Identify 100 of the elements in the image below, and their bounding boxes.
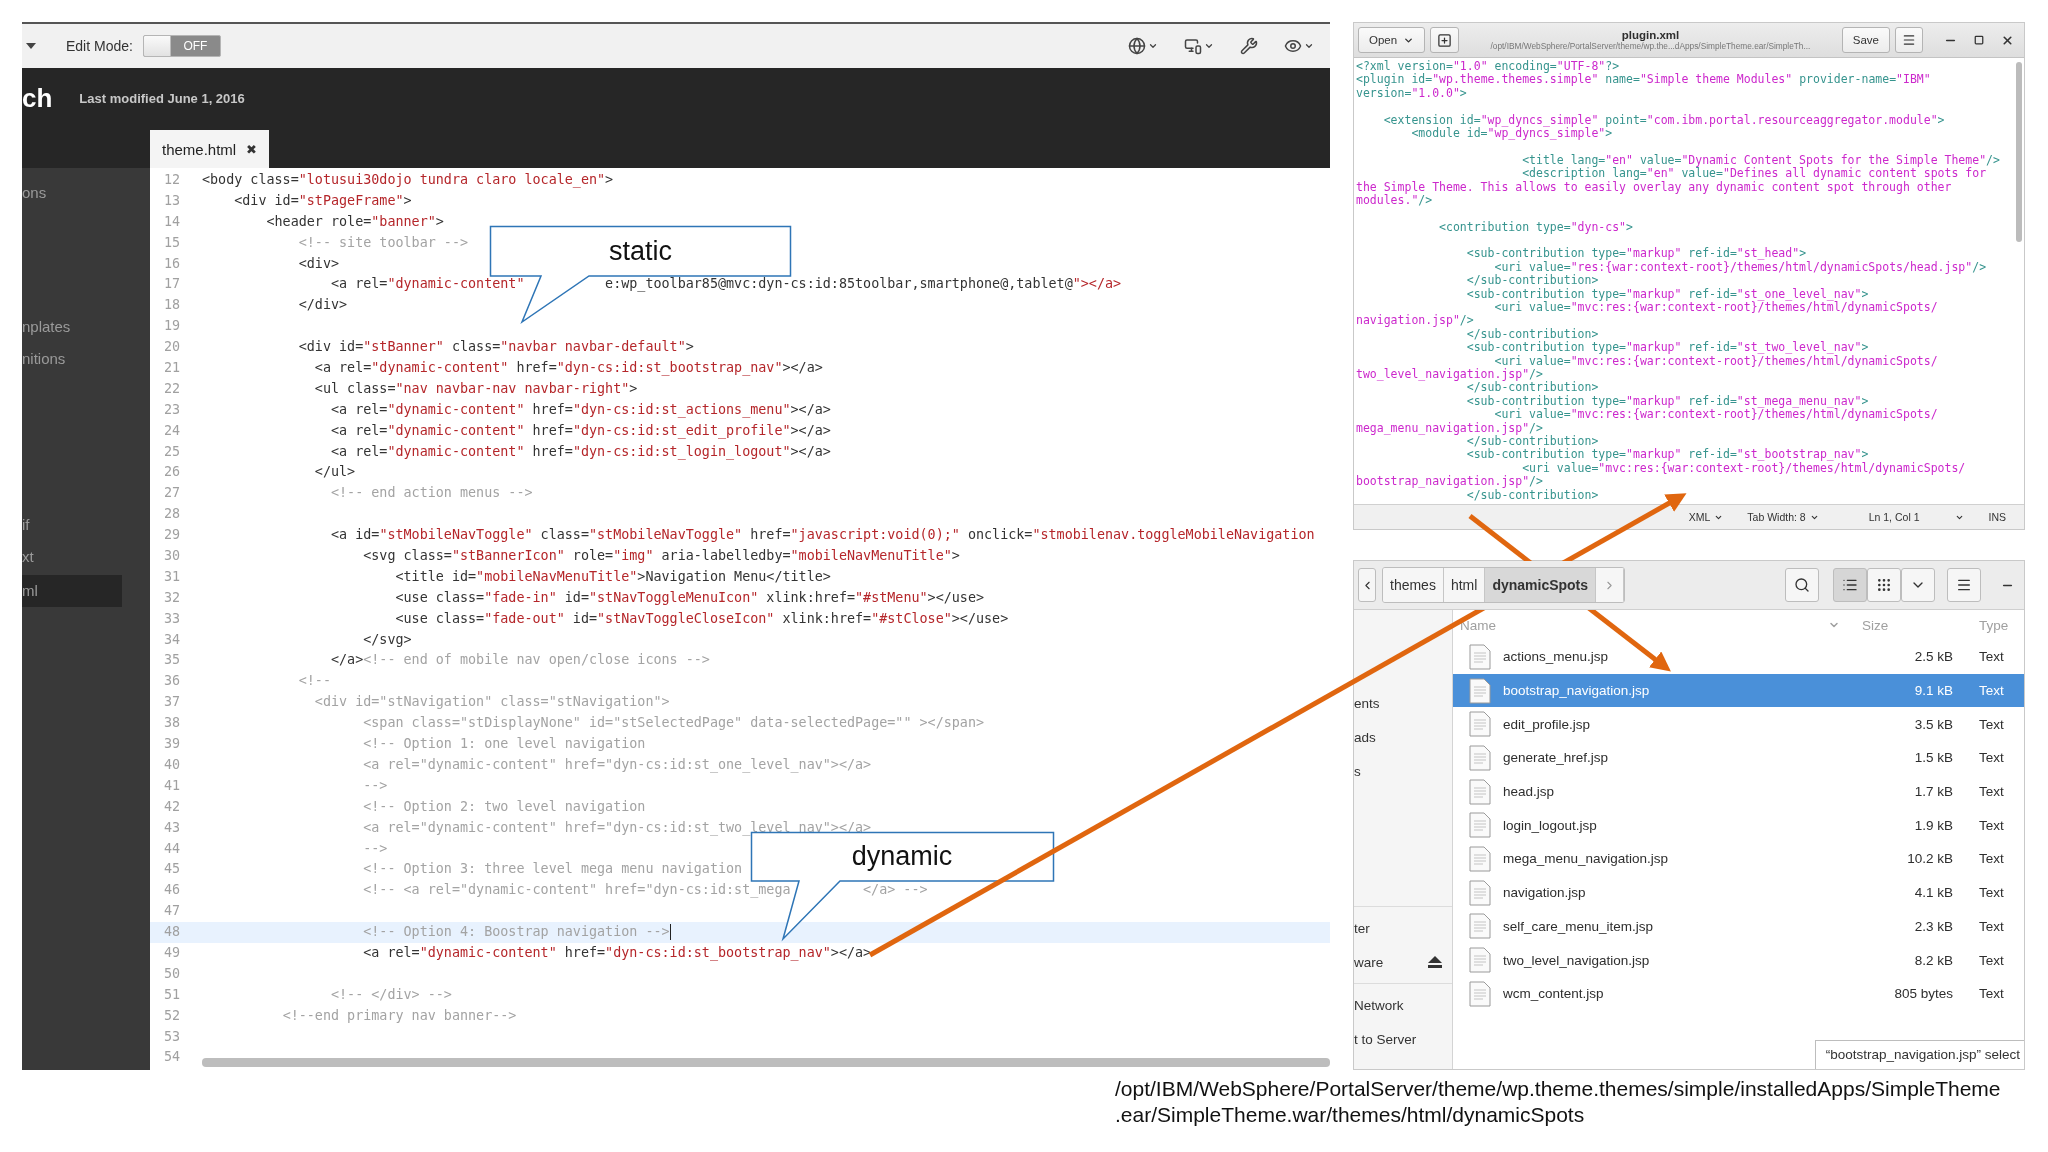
line-number: 32 — [162, 588, 181, 607]
code-line: <ul class="nav navbar-nav navbar-right"> — [313, 379, 638, 398]
menu-icon — [1956, 577, 1972, 593]
line-number: 21 — [162, 359, 181, 377]
file-row[interactable]: navigation.jsp 4.1 kB Text — [1453, 875, 2024, 910]
line-number: 53 — [162, 1027, 181, 1046]
back-button[interactable] — [1358, 568, 1376, 602]
line-number: 20 — [162, 338, 181, 357]
places-item[interactable]: s — [1354, 754, 1452, 788]
cursor-position-dropdown[interactable]: Ln 1, Col 1 — [1858, 511, 1975, 523]
code-line: </svg> — [362, 630, 412, 649]
code-line: --> — [362, 776, 388, 795]
new-tab-button[interactable] — [1430, 27, 1460, 53]
line-number: 25 — [162, 442, 181, 461]
file-type: Text — [1979, 986, 2005, 1002]
code-line: bootstrap_navigation.jsp"/> — [1356, 474, 1543, 489]
file-row[interactable]: head.jsp 1.7 kB Text — [1453, 774, 2024, 809]
code-line: mega_menu_navigation.jsp"/> — [1356, 420, 1543, 435]
menu-icon — [1902, 33, 1916, 47]
line-number: 17 — [162, 275, 181, 294]
horizontal-scrollbar[interactable] — [202, 1058, 1330, 1067]
file-tab[interactable]: theme.html ✖ — [150, 130, 270, 168]
line-number: 22 — [162, 379, 181, 398]
file-size: 4.1 kB — [1913, 885, 1954, 901]
file-row[interactable]: generate_href.jsp 1.5 kB Text — [1453, 741, 2024, 775]
places-item[interactable]: ents — [1354, 686, 1452, 720]
file-row[interactable]: mega_menu_navigation.jsp 10.2 kB Text — [1453, 842, 2024, 876]
document-icon — [1469, 643, 1491, 670]
places-item[interactable]: ware — [1354, 945, 1452, 979]
document-icon — [1469, 744, 1491, 771]
eye-icon — [1284, 37, 1302, 55]
code-line: <a rel="dynamic-content" href="dyn-cs:id:st_one_level_nav"></a> — [362, 755, 872, 775]
save-button[interactable]: Save — [1841, 27, 1890, 53]
sidebar-item[interactable]: nitions — [22, 343, 122, 375]
menu-button[interactable] — [1895, 27, 1923, 53]
breadcrumb[interactable]: themes — [1383, 568, 1444, 602]
search-button[interactable] — [1785, 568, 1819, 602]
breadcrumb[interactable]: html — [1443, 568, 1486, 602]
code-line: <use class="fade-out" id="stNavToggleCloseIcon" xlink:href="#stClose"></use> — [394, 609, 1009, 628]
language-dropdown[interactable]: XML — [1678, 511, 1734, 523]
file-type: Text — [1979, 784, 2005, 800]
code-line: <extension id="wp_dyncs_simple" point="com.ibm.portal.resourceaggregator.module"> — [1382, 112, 1945, 127]
file-row[interactable]: wcm_content.jsp 805 bytes Text — [1453, 976, 2024, 1011]
line-number: 13 — [162, 191, 181, 210]
file-row[interactable]: login_logout.jsp 1.9 kB Text — [1453, 808, 2024, 843]
sidebar-item[interactable]: if — [22, 509, 122, 541]
code-line: two_level_navigation.jsp"/> — [1356, 367, 1543, 381]
document-icon — [1469, 711, 1491, 738]
code-line: <!-- site toolbar --> — [297, 233, 469, 252]
file-row[interactable]: two_level_navigation.jsp 8.2 kB Text — [1453, 943, 2024, 977]
code-line: </sub-contribution> — [1466, 487, 1599, 502]
code-line: version="1.0.0"> — [1356, 85, 1467, 100]
breadcrumb[interactable]: dynamicSpots — [1485, 568, 1597, 602]
edit-mode-label: Edit Mode: — [66, 38, 133, 54]
sidebar-item[interactable]: ons — [22, 177, 122, 209]
places-item[interactable]: ads — [1354, 720, 1452, 754]
open-button[interactable]: Open — [1358, 27, 1426, 53]
line-number: 23 — [162, 400, 181, 419]
grid-view-button[interactable] — [1867, 568, 1901, 602]
code-line: <?xml version="1.0" encoding="UTF-8"?> — [1356, 59, 1620, 73]
places-item[interactable]: Network — [1354, 988, 1452, 1022]
file-type: Text — [1979, 918, 2005, 934]
code-line: <!-- Option 2: two level navigation — [362, 797, 646, 816]
last-modified-text: Last modified June 1, 2016 — [79, 90, 245, 106]
code-line: <body class="lotusui30dojo tundra claro locale_en"> — [202, 171, 614, 190]
tab-close-button[interactable]: ✖ — [246, 141, 258, 157]
document-icon — [1469, 845, 1491, 872]
caret-icon[interactable] — [26, 43, 36, 49]
file-row[interactable]: actions_menu.jsp 2.5 kB Text — [1453, 640, 2024, 674]
code-editor[interactable] — [150, 168, 1330, 1070]
vertical-scrollbar[interactable] — [2016, 62, 2022, 242]
code-line: <a rel="dynamic-content" e:wp_toolbar85@mvc:dyn-cs:id:85toolbar,smartphone@,tablet@"></a> — [330, 275, 1122, 294]
file-type: Text — [1979, 952, 2005, 968]
places-item[interactable]: ter — [1354, 911, 1452, 945]
file-type: Text — [1979, 817, 2005, 833]
code-line: <sub-contribution type="markup" ref-id="st_bootstrap_nav"> — [1465, 447, 1869, 462]
line-number: 50 — [162, 964, 181, 983]
list-view-button[interactable] — [1833, 568, 1867, 602]
code-line: </ul> — [313, 463, 356, 482]
line-number: 34 — [162, 630, 181, 649]
code-line: <!-- Option 3: three level mega menu navigation — [362, 860, 743, 879]
code-line: <title lang="en" value="Dynamic Content Spots for the Simple Theme"/> — [1521, 152, 2000, 167]
code-line: <uri value="res:{war:context-root}/themes/html/dynamicSpots/head.jsp"/> — [1494, 259, 1987, 274]
line-number: 15 — [162, 233, 181, 252]
sidebar-item[interactable]: ml — [22, 575, 122, 607]
file-name: self_care_menu_item.jsp — [1503, 918, 1655, 934]
file-name: head.jsp — [1503, 784, 1556, 800]
sidebar-item[interactable]: nplates — [22, 311, 122, 343]
file-row[interactable]: self_care_menu_item.jsp 2.3 kB Text — [1453, 909, 2024, 944]
menu-button[interactable] — [1947, 568, 1981, 602]
close-icon — [2001, 33, 2014, 47]
line-number: 26 — [162, 463, 181, 482]
document-icon — [1469, 947, 1491, 974]
code-line: </sub-contribution> — [1466, 380, 1599, 395]
file-row[interactable]: edit_profile.jsp 3.5 kB Text — [1453, 707, 2024, 742]
places-item[interactable]: t to Server — [1354, 1022, 1452, 1056]
sidebar-item[interactable]: xt — [22, 541, 122, 573]
tab-width-dropdown[interactable]: Tab Width: 8 — [1737, 511, 1829, 523]
eject-icon[interactable] — [1428, 956, 1442, 968]
code-line: <a rel="dynamic-content" href="dyn-cs:id:st_edit_profile"></a> — [330, 421, 831, 441]
